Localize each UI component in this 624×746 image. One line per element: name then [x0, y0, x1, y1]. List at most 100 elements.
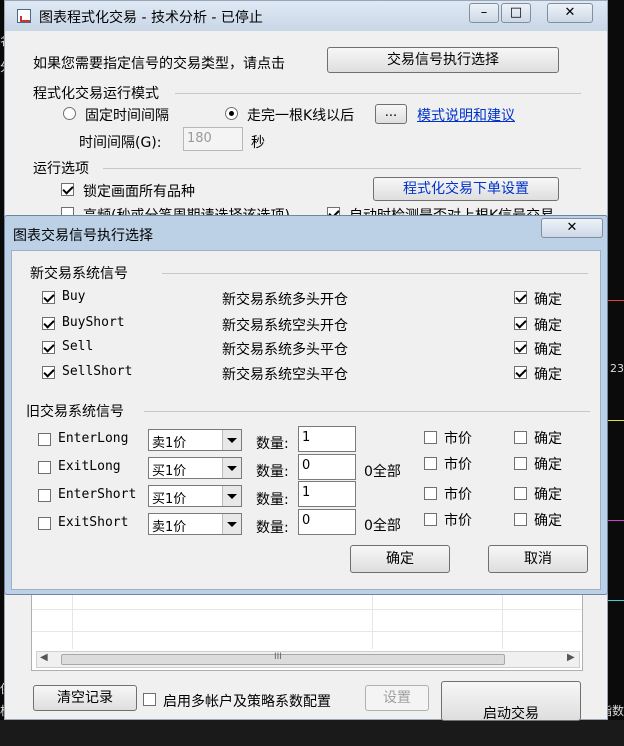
- background-chart-line: [608, 600, 624, 601]
- sell-checkbox[interactable]: [42, 341, 55, 354]
- all-label: 0全部: [364, 464, 401, 480]
- enterlong-market-checkbox[interactable]: [424, 431, 437, 444]
- signal-name: Sell: [62, 339, 94, 354]
- signal-name: ExitShort: [58, 515, 129, 530]
- interval-input[interactable]: 180: [183, 127, 243, 151]
- run-mode-divider: [175, 93, 581, 94]
- market-label: 市价: [444, 513, 472, 529]
- scroll-left-arrow[interactable]: ◀: [40, 652, 48, 663]
- interval-unit: 秒: [251, 135, 265, 151]
- price-type-select[interactable]: 买1价: [148, 457, 242, 479]
- signal-prompt-text: 如果您需要指定信号的交易类型，请点击: [33, 56, 285, 72]
- settings-button[interactable]: 设置: [365, 685, 429, 711]
- scroll-right-arrow[interactable]: ▶: [567, 652, 575, 663]
- ok-button[interactable]: 确定: [350, 545, 450, 573]
- entershort-confirm-checkbox[interactable]: [514, 487, 527, 500]
- close-button[interactable]: ✕: [547, 3, 593, 23]
- buy-confirm-checkbox[interactable]: [514, 291, 527, 304]
- log-list[interactable]: ◀ III ▶: [31, 586, 583, 671]
- buyshort-confirm-checkbox[interactable]: [514, 317, 527, 330]
- price-type-value: 买1价: [152, 464, 187, 479]
- exitlong-market-checkbox[interactable]: [424, 457, 437, 470]
- log-grid-line: [372, 587, 373, 649]
- signal-name: BuyShort: [62, 315, 125, 330]
- background-app-right: [608, 0, 624, 720]
- multi-account-label: 启用多帐户及策略系数配置: [163, 694, 331, 710]
- sellshort-checkbox[interactable]: [42, 366, 55, 379]
- signal-name: Buy: [62, 289, 86, 304]
- signal-desc: 新交易系统多头平仓: [222, 342, 348, 358]
- multi-account-checkbox[interactable]: [143, 693, 156, 706]
- signal-desc: 新交易系统多头开仓: [222, 292, 348, 308]
- dialog-body: 新交易系统信号 Buy 新交易系统多头开仓 确定 BuyShort 新交易系统空…: [11, 250, 601, 590]
- sellshort-confirm-checkbox[interactable]: [514, 366, 527, 379]
- qty-input[interactable]: 1: [298, 426, 356, 452]
- confirm-label: 确定: [534, 318, 562, 334]
- minimize-button[interactable]: –: [469, 3, 499, 23]
- run-options-header: 运行选项: [33, 161, 89, 177]
- after-bar-label: 走完一根K线以后: [247, 108, 355, 124]
- buy-checkbox[interactable]: [42, 291, 55, 304]
- price-type-value: 买1价: [152, 492, 187, 507]
- market-label: 市价: [444, 457, 472, 473]
- main-title-bar[interactable]: 图表程式化交易 - 技术分析 - 已停止 – □ ✕: [5, 1, 607, 31]
- confirm-label: 确定: [534, 513, 562, 529]
- signal-name: EnterLong: [58, 431, 129, 446]
- new-signals-header: 新交易系统信号: [30, 266, 128, 282]
- dialog-title: 图表交易信号执行选择: [13, 228, 153, 244]
- after-bar-radio[interactable]: [225, 107, 238, 120]
- enterlong-checkbox[interactable]: [38, 433, 51, 446]
- log-grid-line: [72, 587, 73, 649]
- background-chart-line: [608, 300, 624, 301]
- sell-confirm-checkbox[interactable]: [514, 341, 527, 354]
- qty-label: 数量:: [256, 520, 289, 536]
- fixed-interval-label: 固定时间间隔: [85, 108, 169, 124]
- old-signals-divider: [144, 411, 590, 412]
- log-grid-line: [32, 631, 582, 632]
- qty-label: 数量:: [256, 436, 289, 452]
- price-type-select[interactable]: 买1价: [148, 485, 242, 507]
- exitshort-checkbox[interactable]: [38, 517, 51, 530]
- scroll-thumb[interactable]: III: [61, 652, 505, 665]
- chevron-down-icon[interactable]: [222, 486, 241, 506]
- market-label: 市价: [444, 487, 472, 503]
- confirm-label: 确定: [534, 292, 562, 308]
- price-type-select[interactable]: 卖1价: [148, 513, 242, 535]
- entershort-market-checkbox[interactable]: [424, 487, 437, 500]
- dialog-close-button[interactable]: ✕: [541, 218, 603, 238]
- background-number: 23: [610, 362, 624, 375]
- entershort-checkbox[interactable]: [38, 489, 51, 502]
- chevron-down-icon[interactable]: [222, 430, 241, 450]
- mode-help-link[interactable]: 模式说明和建议: [417, 105, 515, 125]
- signal-name: ExitLong: [58, 459, 121, 474]
- all-label: 0全部: [364, 518, 401, 534]
- price-type-select[interactable]: 卖1价: [148, 429, 242, 451]
- more-options-button[interactable]: ...: [375, 104, 407, 124]
- maximize-button[interactable]: □: [501, 3, 531, 23]
- enterlong-confirm-checkbox[interactable]: [514, 431, 527, 444]
- lock-screen-checkbox[interactable]: [61, 183, 74, 196]
- buyshort-checkbox[interactable]: [42, 317, 55, 330]
- fixed-interval-radio[interactable]: [63, 107, 76, 120]
- signal-desc: 新交易系统空头平仓: [222, 367, 348, 383]
- chevron-down-icon[interactable]: [222, 458, 241, 478]
- cancel-button[interactable]: 取消: [488, 545, 588, 573]
- horizontal-scrollbar[interactable]: ◀ III ▶: [36, 651, 580, 668]
- exitlong-confirm-checkbox[interactable]: [514, 457, 527, 470]
- chevron-down-icon[interactable]: [222, 514, 241, 534]
- clear-log-button[interactable]: 清空记录: [33, 685, 137, 711]
- exitshort-confirm-checkbox[interactable]: [514, 513, 527, 526]
- confirm-label: 确定: [534, 342, 562, 358]
- price-type-value: 卖1价: [152, 520, 187, 535]
- confirm-label: 确定: [534, 367, 562, 383]
- qty-input[interactable]: 0: [298, 509, 356, 535]
- new-signals-divider: [162, 273, 588, 274]
- exitshort-market-checkbox[interactable]: [424, 513, 437, 526]
- signal-select-button[interactable]: 交易信号执行选择: [327, 47, 559, 73]
- qty-input[interactable]: 0: [298, 454, 356, 480]
- order-settings-button[interactable]: 程式化交易下单设置: [373, 177, 559, 201]
- exitlong-checkbox[interactable]: [38, 461, 51, 474]
- start-trading-button[interactable]: 启动交易: [441, 681, 581, 722]
- lock-screen-label: 锁定画面所有品种: [83, 184, 195, 200]
- qty-input[interactable]: 1: [298, 481, 356, 507]
